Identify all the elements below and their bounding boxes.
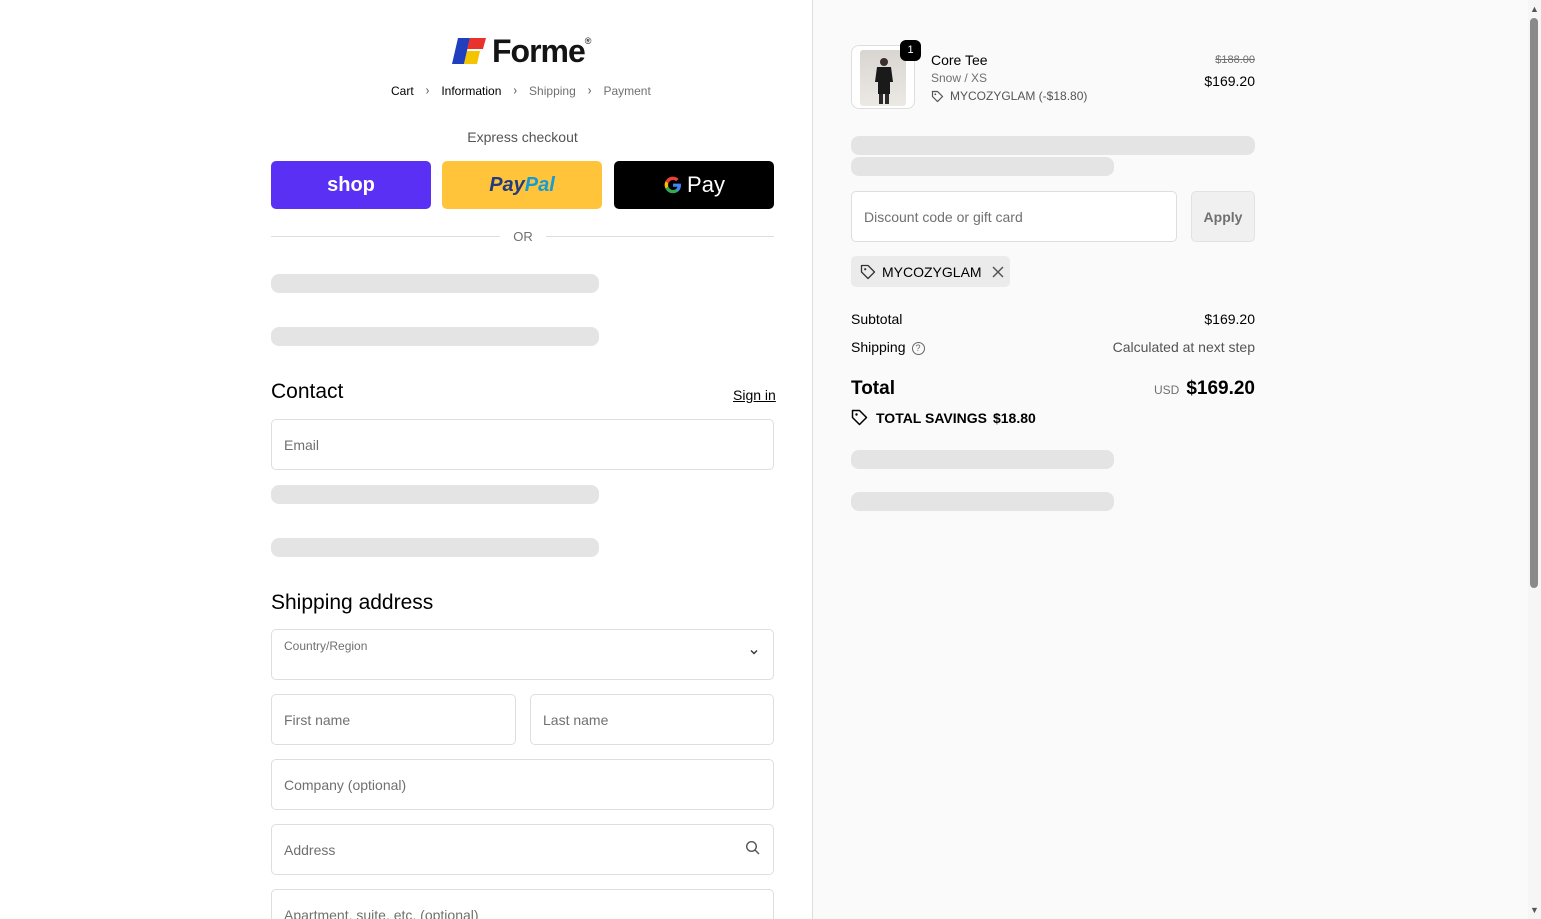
contact-heading: Contact bbox=[271, 380, 344, 403]
loading-placeholder bbox=[271, 274, 599, 293]
loading-placeholder bbox=[851, 492, 1114, 511]
checkout-main-panel: Forme ® Cart › Information › Shipping › … bbox=[0, 0, 812, 919]
search-icon bbox=[745, 840, 760, 855]
shop-pay-button[interactable]: shop bbox=[271, 161, 431, 209]
total-amount: USD $169.20 bbox=[1154, 378, 1255, 400]
breadcrumb-information: Information bbox=[441, 84, 502, 98]
first-name-field[interactable]: First name bbox=[271, 694, 516, 745]
chevron-right-icon: › bbox=[513, 83, 518, 99]
discount-code-placeholder: Discount code or gift card bbox=[864, 209, 1023, 225]
applied-code: MYCOZYGLAM bbox=[882, 263, 982, 280]
shipping-row: Shipping? bbox=[851, 339, 925, 355]
express-checkout-title: Express checkout bbox=[467, 129, 578, 145]
remove-discount-icon[interactable] bbox=[992, 265, 1004, 278]
paypal-button[interactable]: Pay Pal bbox=[442, 161, 602, 209]
google-pay-label: Pay bbox=[687, 172, 725, 197]
brand-name: Forme bbox=[492, 32, 586, 69]
savings-label: TOTAL SAVINGS bbox=[876, 409, 987, 426]
discount-code-input[interactable]: Discount code or gift card bbox=[851, 191, 1177, 242]
product-variant: Snow / XS bbox=[931, 71, 988, 85]
applied-discount-chip: MYCOZYGLAM bbox=[851, 256, 1010, 287]
product-price: $169.20 bbox=[1204, 73, 1255, 89]
forme-logo-icon bbox=[452, 38, 486, 64]
subtotal-value: $169.20 bbox=[1204, 311, 1255, 327]
product-name: Core Tee bbox=[931, 52, 988, 68]
breadcrumb-cart[interactable]: Cart bbox=[391, 84, 414, 98]
shop-pay-label: shop bbox=[327, 173, 375, 196]
total-savings: TOTAL SAVINGS $18.80 bbox=[851, 409, 1036, 426]
sign-in-link[interactable]: Sign in bbox=[733, 387, 776, 403]
loading-placeholder bbox=[851, 157, 1114, 176]
paypal-label-pay: Pay bbox=[489, 173, 525, 196]
brand-registered-mark: ® bbox=[584, 36, 592, 46]
brand-logo[interactable]: Forme ® bbox=[450, 32, 592, 69]
breadcrumb: Cart › Information › Shipping › Payment bbox=[391, 83, 651, 99]
help-icon[interactable]: ? bbox=[911, 342, 925, 355]
quantity-badge: 1 bbox=[900, 40, 921, 61]
paypal-label-pal: Pal bbox=[524, 173, 555, 196]
currency-code: USD bbox=[1153, 383, 1180, 397]
company-field[interactable]: Company (optional) bbox=[271, 759, 774, 810]
scroll-up-arrow-icon[interactable]: ▲ bbox=[1528, 2, 1541, 16]
country-select[interactable]: Country/Region bbox=[271, 629, 774, 680]
product-discount-label: MYCOZYGLAM (-$18.80) bbox=[950, 89, 1088, 103]
first-name-placeholder: First name bbox=[284, 712, 351, 728]
savings-tag-icon bbox=[851, 409, 868, 426]
last-name-placeholder: Last name bbox=[543, 712, 609, 728]
chevron-down-icon bbox=[749, 646, 759, 660]
product-discount: MYCOZYGLAM (-$18.80) bbox=[931, 89, 1087, 103]
google-g-icon bbox=[664, 176, 682, 194]
loading-placeholder bbox=[271, 485, 599, 504]
scroll-down-arrow-icon[interactable]: ▼ bbox=[1528, 903, 1541, 917]
shipping-value: Calculated at next step bbox=[1112, 339, 1255, 355]
shipping-label: Shipping bbox=[851, 339, 906, 355]
breadcrumb-payment: Payment bbox=[603, 84, 651, 98]
or-separator: OR bbox=[513, 229, 533, 244]
google-pay-button[interactable]: Pay bbox=[614, 161, 774, 209]
apartment-placeholder: Apartment, suite, etc. (optional) bbox=[284, 907, 479, 919]
country-label: Country/Region bbox=[284, 639, 368, 653]
apply-discount-button[interactable]: Apply bbox=[1191, 191, 1255, 242]
loading-placeholder bbox=[851, 136, 1255, 155]
total-value: $169.20 bbox=[1186, 378, 1255, 399]
savings-value: $18.80 bbox=[992, 409, 1036, 426]
product-original-price: $188.00 bbox=[1215, 54, 1255, 66]
loading-placeholder bbox=[271, 538, 599, 557]
scroll-thumb[interactable] bbox=[1530, 18, 1538, 588]
apartment-field[interactable]: Apartment, suite, etc. (optional) bbox=[271, 889, 774, 919]
divider-left bbox=[271, 236, 500, 237]
loading-placeholder bbox=[271, 327, 599, 346]
email-field[interactable]: Email bbox=[271, 419, 774, 470]
company-placeholder: Company (optional) bbox=[284, 777, 407, 793]
scrollbar[interactable]: ▲ ▼ bbox=[1528, 0, 1541, 919]
divider-right bbox=[546, 236, 774, 237]
address-field[interactable]: Address bbox=[271, 824, 774, 875]
loading-placeholder bbox=[851, 450, 1114, 469]
apply-label: Apply bbox=[1203, 208, 1243, 225]
tag-icon bbox=[860, 264, 876, 279]
subtotal-label: Subtotal bbox=[851, 311, 903, 327]
last-name-field[interactable]: Last name bbox=[530, 694, 774, 745]
chevron-right-icon: › bbox=[425, 83, 430, 99]
total-label: Total bbox=[851, 378, 895, 399]
email-placeholder: Email bbox=[284, 437, 320, 453]
shipping-address-heading: Shipping address bbox=[271, 591, 434, 614]
chevron-right-icon: › bbox=[587, 83, 592, 99]
address-placeholder: Address bbox=[284, 842, 336, 858]
tag-icon bbox=[931, 90, 944, 102]
breadcrumb-shipping: Shipping bbox=[529, 84, 576, 98]
